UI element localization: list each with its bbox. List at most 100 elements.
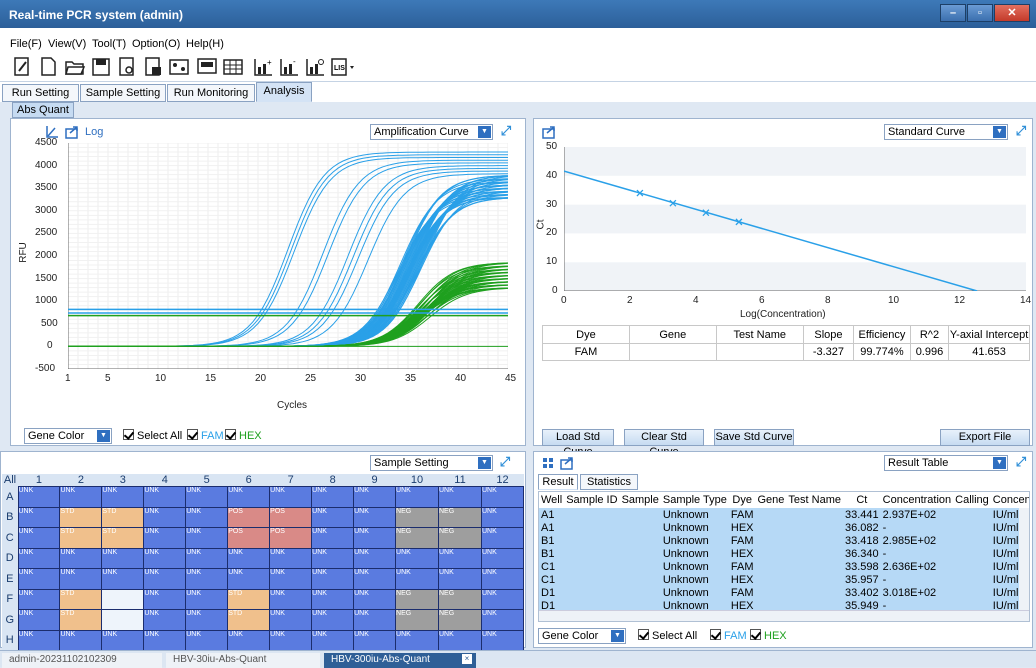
plate-well[interactable]: UNK bbox=[101, 486, 145, 508]
sample-setting-dropdown[interactable]: Sample Setting ▼ bbox=[370, 455, 493, 471]
plate-well[interactable]: UNK bbox=[311, 588, 355, 610]
plate-col-header[interactable]: 3 bbox=[101, 474, 144, 487]
plate-row-header[interactable]: E bbox=[2, 568, 18, 589]
expand-icon[interactable]: ⤢ bbox=[498, 455, 512, 469]
plate-well[interactable]: UNK bbox=[269, 486, 313, 508]
plate-well[interactable]: UNK bbox=[227, 547, 271, 569]
plate-well[interactable]: UNK bbox=[185, 629, 229, 651]
menu-tool[interactable]: Tool(T) bbox=[92, 38, 126, 50]
plate-well[interactable]: UNK bbox=[143, 568, 187, 590]
result-col-header[interactable]: Sample Type bbox=[660, 492, 729, 508]
expand-icon[interactable]: ⤢ bbox=[499, 124, 513, 138]
plate-well[interactable]: UNK bbox=[480, 568, 525, 590]
plate-well[interactable]: UNK bbox=[17, 609, 61, 631]
plate-well[interactable]: UNK bbox=[269, 609, 313, 631]
tab-statistics[interactable]: Statistics bbox=[580, 474, 638, 490]
plate-well[interactable]: UNK bbox=[17, 486, 61, 508]
document-export-icon[interactable] bbox=[142, 56, 164, 78]
plate-well[interactable]: UNK bbox=[227, 629, 271, 651]
result-col-header[interactable]: Concentra bbox=[990, 492, 1029, 508]
plate-well[interactable]: NEG bbox=[438, 609, 482, 631]
result-col-header[interactable]: Calling bbox=[953, 492, 991, 508]
menu-option[interactable]: Option(O) bbox=[132, 38, 180, 50]
doc-tab-2[interactable]: HBV-300iu-Abs-Quant × bbox=[324, 653, 476, 668]
result-color-dropdown[interactable]: Gene Color ▼ bbox=[538, 628, 626, 644]
plate-well[interactable]: UNK bbox=[59, 486, 103, 508]
plate-row-header[interactable]: G bbox=[2, 609, 18, 630]
plate-well[interactable]: UNK bbox=[480, 486, 525, 508]
plate-col-header[interactable]: 11 bbox=[438, 474, 482, 487]
plate-well[interactable]: UNK bbox=[17, 629, 61, 651]
chart-settings-icon[interactable] bbox=[304, 56, 326, 78]
plate-well[interactable]: UNK bbox=[269, 547, 313, 569]
plate-col-header[interactable]: 6 bbox=[227, 474, 270, 487]
chart-add-icon[interactable]: + bbox=[252, 56, 274, 78]
plate-well[interactable]: STD bbox=[59, 588, 103, 610]
plate-col-header[interactable]: 1 bbox=[18, 474, 60, 487]
plate-well[interactable]: UNK bbox=[438, 547, 482, 569]
export-file-button[interactable]: Export File bbox=[940, 429, 1030, 446]
export-icon[interactable] bbox=[542, 125, 556, 139]
table-row[interactable]: B1 Unknown HEX 36.340- IU/ml bbox=[539, 547, 1029, 560]
plate-well[interactable]: UNK bbox=[480, 527, 525, 549]
tab-run-monitoring[interactable]: Run Monitoring bbox=[167, 84, 255, 102]
plate-well[interactable]: NEG bbox=[438, 506, 482, 528]
plate-well[interactable]: UNK bbox=[185, 486, 229, 508]
plate-well[interactable]: STD bbox=[101, 527, 145, 549]
plate-col-header[interactable]: 10 bbox=[395, 474, 439, 487]
plate-well[interactable]: UNK bbox=[17, 547, 61, 569]
plate-well[interactable]: UNK bbox=[311, 609, 355, 631]
amp-fam-checkbox[interactable]: FAM bbox=[187, 429, 224, 442]
result-col-header[interactable]: Well bbox=[539, 492, 565, 508]
plate-well[interactable]: UNK bbox=[311, 568, 355, 590]
std-table-row[interactable]: FAM -3.327 99.774% 0.996 41.653 bbox=[542, 343, 1030, 361]
plate-well[interactable]: STD bbox=[59, 506, 103, 528]
load-std-curve-button[interactable]: Load Std Curve bbox=[542, 429, 614, 458]
export-icon[interactable] bbox=[65, 125, 79, 139]
plate-well[interactable]: UNK bbox=[101, 547, 145, 569]
plate-well[interactable]: NEG bbox=[438, 527, 482, 549]
plate-well[interactable]: STD bbox=[227, 609, 271, 631]
plate-well[interactable]: UNK bbox=[480, 629, 525, 651]
doc-tab-1[interactable]: HBV-30iu-Abs-Quant bbox=[166, 653, 320, 668]
plate-row-header[interactable]: B bbox=[2, 507, 18, 528]
menu-file[interactable]: File(F) bbox=[10, 38, 42, 50]
amp-select-all[interactable]: Select All bbox=[123, 429, 182, 442]
plate-well[interactable]: UNK bbox=[59, 629, 103, 651]
table-icon[interactable] bbox=[222, 56, 244, 78]
result-col-header[interactable]: Gene bbox=[755, 492, 787, 508]
plate-well[interactable]: NEG bbox=[395, 506, 439, 528]
plate-well[interactable]: UNK bbox=[185, 609, 229, 631]
plate-well[interactable]: UNK bbox=[438, 629, 482, 651]
export-icon[interactable] bbox=[560, 456, 574, 470]
plate-col-header[interactable]: 8 bbox=[311, 474, 354, 487]
maximize-button[interactable]: ▫ bbox=[967, 4, 993, 22]
plate-row-header[interactable]: A bbox=[2, 486, 18, 507]
plate-well[interactable]: NEG bbox=[395, 527, 439, 549]
plate-well[interactable]: UNK bbox=[269, 568, 313, 590]
expand-icon[interactable]: ⤢ bbox=[1014, 124, 1028, 138]
plate-well[interactable]: UNK bbox=[438, 486, 482, 508]
clear-std-curve-button[interactable]: Clear Std Curve bbox=[624, 429, 704, 458]
plate-well[interactable]: NEG bbox=[395, 609, 439, 631]
standard-curve-plot[interactable] bbox=[564, 147, 1026, 291]
plate-well[interactable]: UNK bbox=[101, 568, 145, 590]
table-row[interactable]: D1 Unknown FAM 33.402 3.018E+02 IU/ml bbox=[539, 586, 1029, 599]
plate-well[interactable]: UNK bbox=[395, 486, 439, 508]
plate-row-header[interactable]: F bbox=[2, 589, 18, 610]
plate-col-header[interactable]: 4 bbox=[143, 474, 186, 487]
plate-well[interactable]: UNK bbox=[17, 506, 61, 528]
plate-well[interactable]: UNK bbox=[143, 609, 187, 631]
result-select-all[interactable]: Select All bbox=[638, 629, 697, 642]
save-std-curve-button[interactable]: Save Std Curve bbox=[714, 429, 794, 446]
plate-well[interactable]: UNK bbox=[438, 568, 482, 590]
plate-well[interactable]: POS bbox=[269, 506, 313, 528]
result-fam-checkbox[interactable]: FAM bbox=[710, 629, 747, 642]
subtab-abs-quant[interactable]: Abs Quant bbox=[12, 102, 74, 118]
table-row[interactable]: B1 Unknown FAM 33.418 2.985E+02 IU/ml bbox=[539, 534, 1029, 547]
menu-help[interactable]: Help(H) bbox=[186, 38, 224, 50]
plate-well[interactable]: UNK bbox=[227, 486, 271, 508]
plate-well[interactable]: UNK bbox=[269, 588, 313, 610]
select-all-wells[interactable]: All bbox=[2, 474, 18, 487]
doc-tab-0[interactable]: admin-20231102102309 bbox=[2, 653, 162, 668]
